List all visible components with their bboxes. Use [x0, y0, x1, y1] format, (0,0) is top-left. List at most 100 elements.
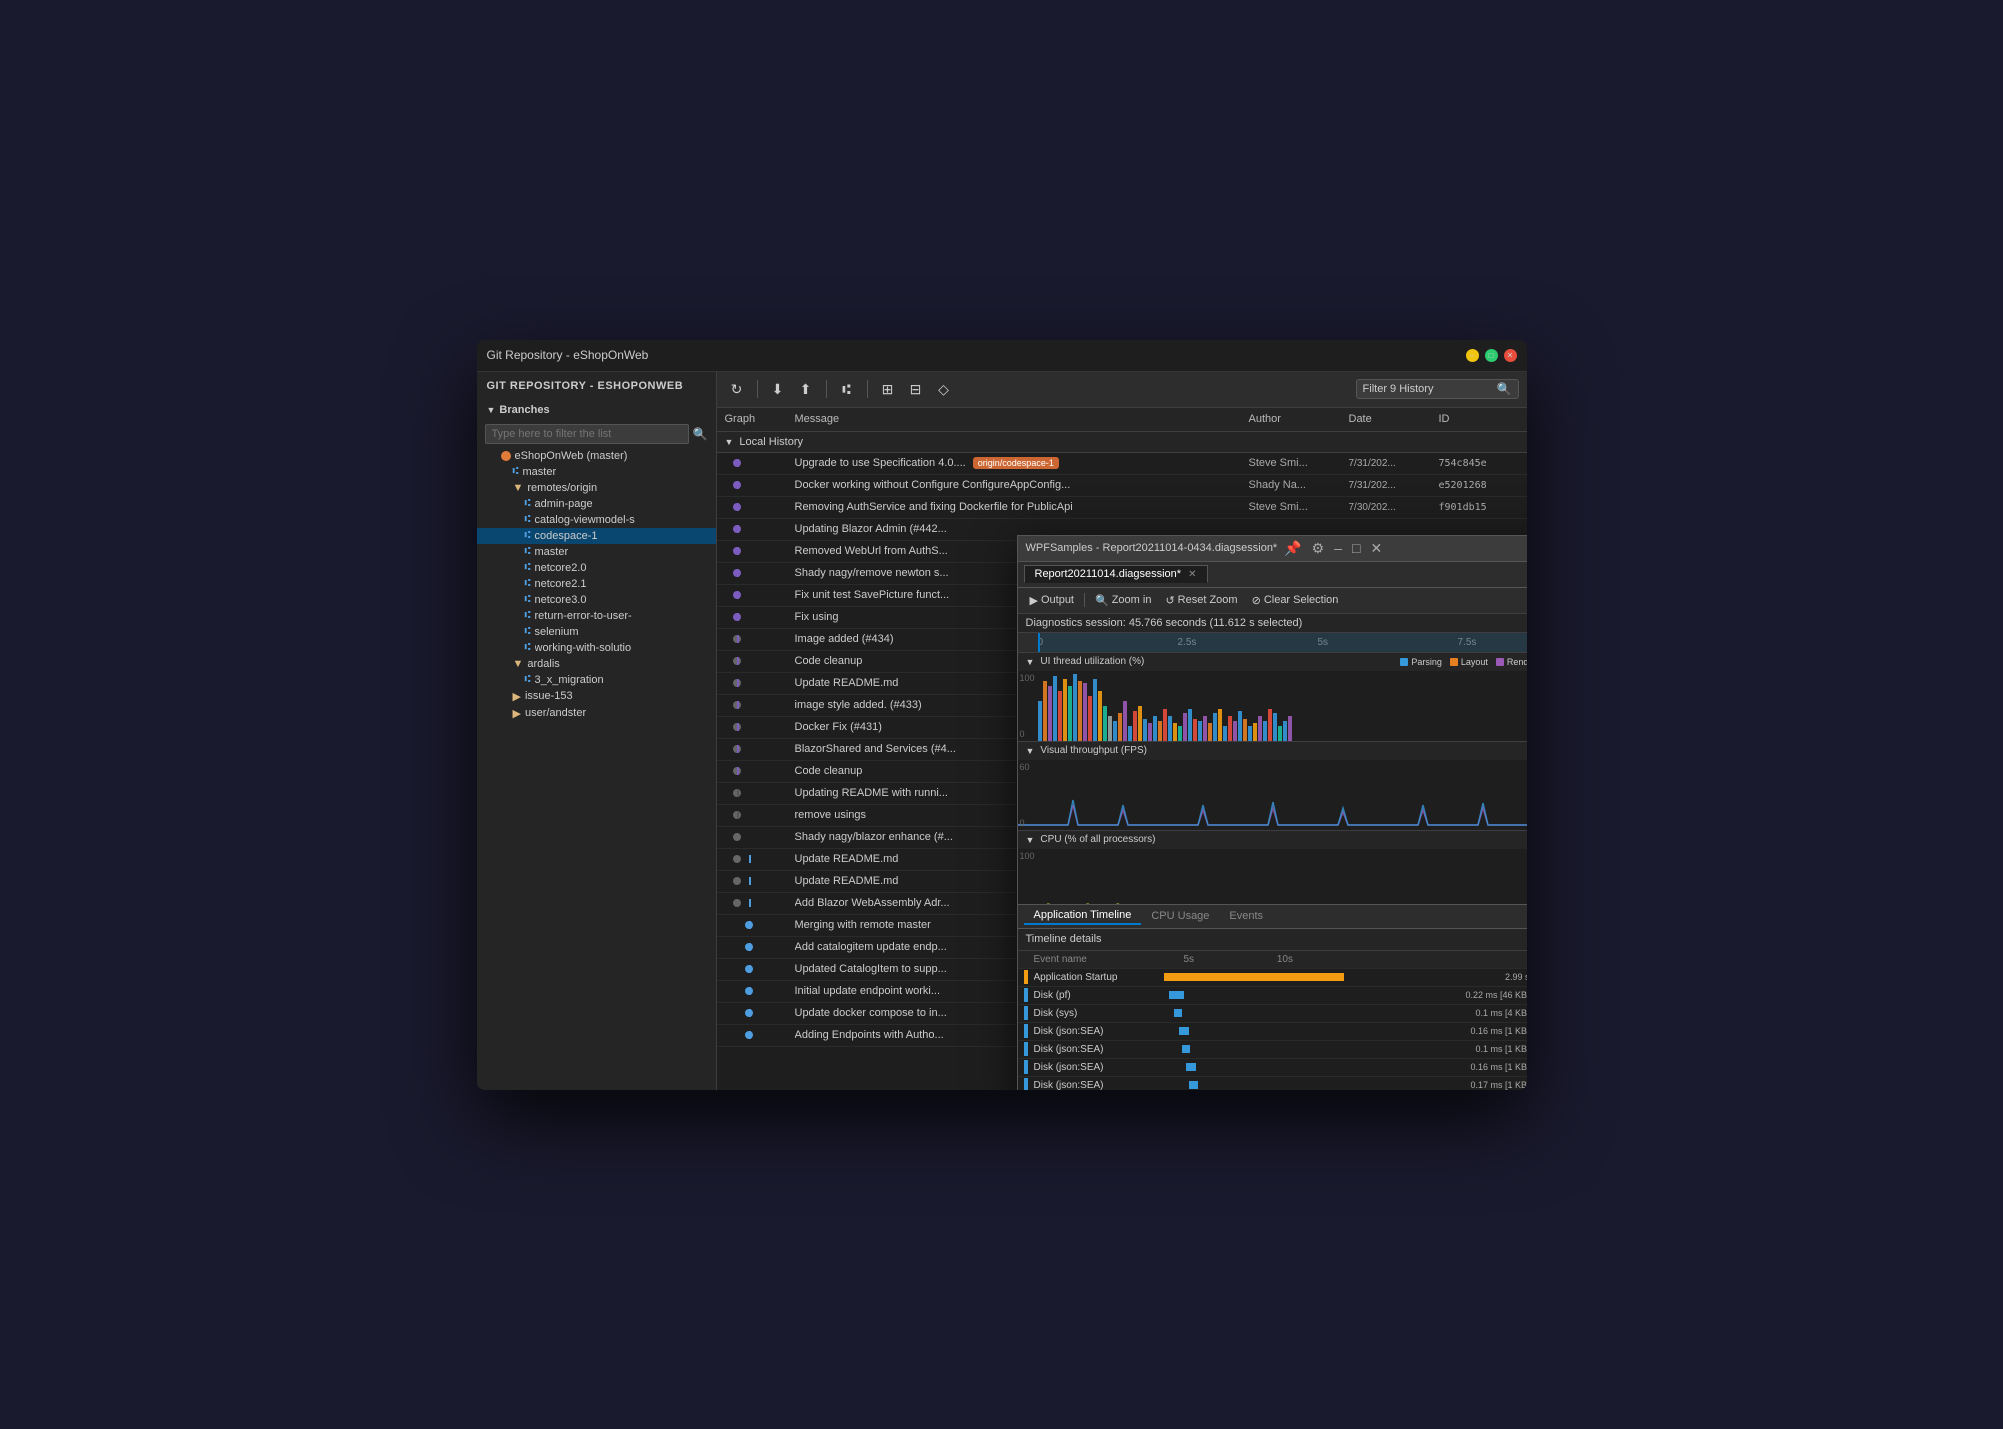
branch-netcore30-label: netcore3.0 [535, 594, 587, 606]
list-item[interactable]: Disk (json:SEA) 0.16 ms [1 KB] [1018, 1059, 1527, 1077]
clear-selection-btn[interactable]: ⊘ Clear Selection [1248, 592, 1343, 609]
branch-item-user-andster[interactable]: ▶ user/andster [477, 705, 716, 722]
ruler-selection [1038, 633, 1527, 652]
branch-item-issue153[interactable]: ▶ issue-153 [477, 688, 716, 705]
branches-arrow: ▼ [487, 405, 496, 415]
event-bar [1179, 1027, 1189, 1035]
output-btn[interactable]: ▶ Output [1026, 592, 1079, 609]
master-icon: ⑆ [513, 466, 519, 477]
col-id-header[interactable]: ID [1439, 413, 1519, 425]
refresh-btn[interactable]: ↻ [725, 377, 749, 401]
branch-item-ardalis[interactable]: ▼ ardalis [477, 656, 716, 672]
commit-hash: 754c845e [1439, 458, 1519, 469]
local-history-header[interactable]: ▼ Local History [717, 432, 1527, 453]
list-item[interactable]: Disk (json:SEA) 0.17 ms [1 KB] [1018, 1077, 1527, 1090]
list-item[interactable]: Disk (sys) 0.1 ms [4 KB] [1018, 1005, 1527, 1023]
graph-line-purple [737, 613, 739, 621]
fps-svg [1018, 760, 1527, 830]
fetch-btn[interactable]: ⬇ [766, 377, 790, 401]
graph-view-btn[interactable]: ⊞ [876, 377, 900, 401]
graph-options-btn[interactable]: ⊟ [904, 377, 928, 401]
event-detail: 0.1 ms [4 KB] [1440, 1008, 1527, 1018]
graph-line-purple [737, 679, 739, 687]
maximize-btn[interactable]: □ [1485, 349, 1498, 362]
branch-item-netcore20[interactable]: ⑆ netcore2.0 [477, 560, 716, 576]
branch-item-master2[interactable]: ⑆ master [477, 544, 716, 560]
branch-item-admin[interactable]: ⑆ admin-page [477, 496, 716, 512]
branch-item-return-error[interactable]: ⑆ return-error-to-user- [477, 608, 716, 624]
commit-date: 7/31/202... [1349, 458, 1439, 469]
reset-zoom-btn[interactable]: ↺ Reset Zoom [1161, 592, 1241, 609]
list-item[interactable]: Application Startup 2.99 s [1018, 969, 1527, 987]
col-author-header[interactable]: Author [1249, 413, 1349, 425]
graph-line-blue [749, 1031, 751, 1039]
branch-item-working[interactable]: ⑆ working-with-solutio [477, 640, 716, 656]
diag-close-btn[interactable]: ✕ [1367, 540, 1385, 557]
push-btn[interactable]: ⬆ [794, 377, 818, 401]
branch-issue153-label: issue-153 [525, 690, 573, 702]
graph-line-purple [737, 591, 739, 599]
tab-events[interactable]: Events [1219, 908, 1273, 924]
toolbar-sep2 [826, 380, 827, 398]
branch-item-netcore30[interactable]: ⑆ netcore3.0 [477, 592, 716, 608]
branch-user-andster-label: user/andster [525, 707, 586, 719]
graph-line-blue [749, 899, 751, 907]
table-row[interactable]: Removing AuthService and fixing Dockerfi… [717, 497, 1527, 519]
list-item[interactable]: Disk (json:SEA) 0.16 ms [1 KB] [1018, 1023, 1527, 1041]
col-message-header[interactable]: Message [795, 413, 1249, 425]
commit-dot [733, 833, 741, 841]
branch-item-selenium[interactable]: ⑆ selenium [477, 624, 716, 640]
minimize-btn[interactable]: – [1466, 349, 1479, 362]
commit-date: 7/31/202... [1349, 480, 1439, 491]
list-item[interactable]: Disk (json:SEA) 0.1 ms [1 KB] [1018, 1041, 1527, 1059]
graph-cell [725, 635, 795, 643]
diag-tab-close-btn[interactable]: ✕ [1188, 569, 1196, 580]
branch-item-remotes[interactable]: ▼ remotes/origin [477, 480, 716, 496]
branch-eshop-label: eShopOnWeb (master) [515, 450, 628, 462]
diag-max-btn[interactable]: □ [1349, 540, 1363, 556]
diag-toolbar-sep1 [1084, 593, 1085, 607]
zoom-in-btn[interactable]: 🔍 Zoom in [1091, 592, 1155, 609]
cpu-chart-body: 100 0 [1018, 849, 1527, 904]
fps-chart-body: 60 0 [1018, 760, 1527, 830]
diag-min-btn[interactable]: – [1331, 540, 1345, 556]
branch-btn[interactable]: ⑆ [835, 377, 859, 401]
branch-catalog-label: catalog-viewmodel-s [535, 514, 635, 526]
tab-app-timeline[interactable]: Application Timeline [1024, 907, 1142, 925]
branch-item-catalog[interactable]: ⑆ catalog-viewmodel-s [477, 512, 716, 528]
col-date-header[interactable]: Date [1349, 413, 1439, 425]
branch-item-master[interactable]: ⑆ master [477, 464, 716, 480]
render-legend-label: Render [1507, 657, 1527, 667]
td-title: Timeline details [1026, 933, 1102, 945]
branch-filter-input[interactable] [485, 424, 689, 444]
app-window: Git Repository - eShopOnWeb – □ ✕ Git Re… [477, 340, 1527, 1090]
graph-cell [725, 1031, 795, 1039]
graph-cell [725, 987, 795, 995]
event-indicator [1024, 970, 1028, 984]
filter-history-input[interactable] [1363, 383, 1493, 395]
issue153-folder-icon: ▶ [513, 690, 521, 703]
commit-message: Docker working without Configure Configu… [795, 479, 1249, 491]
diag-tab-report[interactable]: Report20211014.diagsession* ✕ [1024, 565, 1208, 583]
branch-item-codespace1[interactable]: ⑆ codespace-1 [477, 528, 716, 544]
diag-pin-btn[interactable]: 📌 [1281, 540, 1304, 557]
branch-item-3x[interactable]: ⑆ 3_x_migration [477, 672, 716, 688]
tab-cpu-usage[interactable]: CPU Usage [1141, 908, 1219, 924]
list-item[interactable]: Disk (pf) 0.22 ms [46 KB] [1018, 987, 1527, 1005]
branch-working-label: working-with-solutio [535, 642, 632, 654]
window-controls: – □ ✕ [1466, 349, 1517, 362]
branch-item-eshop[interactable]: eShopOnWeb (master) [477, 448, 716, 464]
graph-cell [725, 855, 795, 863]
branches-section[interactable]: ▼ Branches [477, 400, 716, 420]
table-row[interactable]: Upgrade to use Specification 4.0.... ori… [717, 453, 1527, 475]
bottom-tabs-panel: Application Timeline CPU Usage Events Ti… [1018, 904, 1527, 1090]
graph-cell [725, 679, 795, 687]
legend-render: Render [1496, 657, 1527, 667]
table-row[interactable]: Docker working without Configure Configu… [717, 475, 1527, 497]
col-graph-header[interactable]: Graph [725, 413, 795, 425]
branch-item-netcore21[interactable]: ⑆ netcore2.1 [477, 576, 716, 592]
graph-tag-btn[interactable]: ◇ [932, 377, 956, 401]
toolbar-sep1 [757, 380, 758, 398]
close-btn[interactable]: ✕ [1504, 349, 1517, 362]
diag-settings-btn[interactable]: ⚙ [1309, 540, 1328, 557]
